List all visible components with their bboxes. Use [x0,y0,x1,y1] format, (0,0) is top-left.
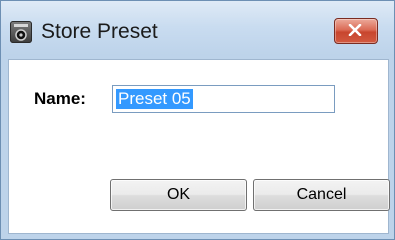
window-title: Store Preset [41,20,158,43]
close-icon [348,24,362,36]
store-preset-dialog: Store Preset Name: Preset 05 OK Cancel [0,0,395,240]
ok-button[interactable]: OK [110,179,247,211]
name-label: Name: [34,89,86,108]
name-input-value: Preset 05 [116,89,193,109]
app-icon[interactable] [10,21,32,43]
name-input[interactable]: Preset 05 [112,85,335,113]
title-bar[interactable]: Store Preset [1,1,394,59]
close-button[interactable] [334,18,378,44]
dialog-body: Name: Preset 05 OK Cancel [8,59,390,234]
cancel-button[interactable]: Cancel [253,179,390,211]
